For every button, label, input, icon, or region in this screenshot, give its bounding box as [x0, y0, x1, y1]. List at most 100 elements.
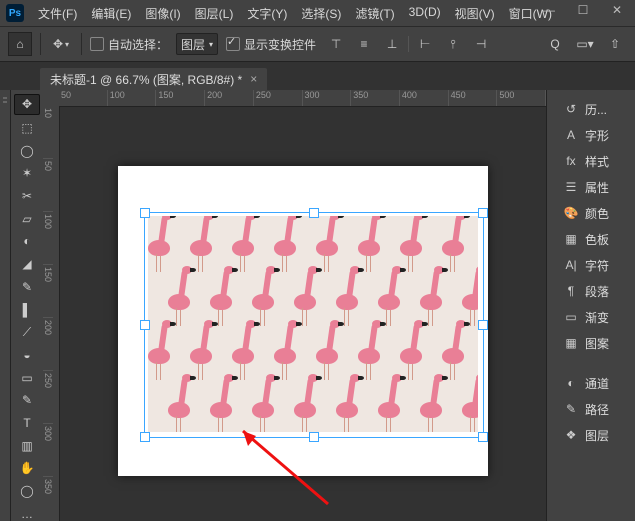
panel-label: 历... [585, 101, 607, 118]
auto-select-dropdown[interactable]: 图层▾ [176, 33, 218, 55]
path-select-tool[interactable]: ▥ [15, 436, 39, 455]
menu-file[interactable]: 文件(F) [32, 2, 83, 25]
align-vcenter-icon[interactable]: ≡ [352, 32, 376, 56]
panel-历...[interactable]: ↺历... [557, 98, 635, 120]
move-tool-icon[interactable]: ✥ ▾ [49, 32, 73, 56]
panel-路径[interactable]: ✎路径 [557, 398, 635, 420]
panel-icon: 🎨 [563, 206, 579, 220]
brush-tool[interactable]: ✎ [15, 278, 39, 297]
hand-tool[interactable]: ✋ [15, 459, 39, 478]
align-hcenter-icon[interactable]: ⫯ [441, 32, 465, 56]
handle-bot-left[interactable] [140, 432, 150, 442]
menu-view[interactable]: 视图(V) [449, 2, 501, 25]
options-bar: ⌂ ✥ ▾ 自动选择： 图层▾ 显示变换控件 ⊤ ≡ ⊥ ⊢ ⫯ ⊣ Q ▭▾ … [0, 26, 635, 62]
canvas-area: 50100150200250300350400450500 1050100150… [43, 90, 546, 521]
vertical-ruler[interactable]: 1050100150200250300350 [43, 106, 60, 521]
healing-tool[interactable]: ◢ [15, 255, 39, 274]
ruler-origin[interactable] [43, 90, 60, 107]
close-tab-icon[interactable]: × [250, 72, 257, 86]
left-gutter [0, 90, 11, 521]
align-bottom-icon[interactable]: ⊥ [380, 32, 404, 56]
minimize-button[interactable]: — [535, 0, 563, 20]
document-tab[interactable]: 未标题-1 @ 66.7% (图案, RGB/8#) * × [40, 68, 267, 90]
menu-image[interactable]: 图像(I) [139, 2, 186, 25]
align-left-icon[interactable]: ⊢ [413, 32, 437, 56]
handle-top-right[interactable] [478, 208, 488, 218]
panel-属性[interactable]: ☰属性 [557, 176, 635, 198]
panel-label: 字符 [585, 257, 609, 274]
transform-bounding-box[interactable] [144, 212, 484, 438]
handle-mid-left[interactable] [140, 320, 150, 330]
eraser-tool[interactable]: ◒ [15, 346, 39, 365]
share-icon[interactable]: ⇧ [603, 32, 627, 56]
align-top-icon[interactable]: ⊤ [324, 32, 348, 56]
move-tool[interactable]: ✥ [14, 94, 40, 115]
main-menu: 文件(F) 编辑(E) 图像(I) 图层(L) 文字(Y) 选择(S) 滤镜(T… [32, 2, 558, 25]
panel-icon: A| [563, 258, 579, 272]
handle-bot-right[interactable] [478, 432, 488, 442]
panel-字符[interactable]: A| 字符 [557, 254, 635, 276]
menu-3d[interactable]: 3D(D) [403, 2, 447, 25]
panel-icon: ◐ [563, 376, 579, 390]
app-logo: Ps [6, 4, 24, 22]
document-tabs: 未标题-1 @ 66.7% (图案, RGB/8#) * × [0, 62, 635, 90]
eyedropper-tool[interactable]: ◐ [15, 232, 39, 251]
panel-通道[interactable]: ◐ 通道 [557, 372, 635, 394]
annotation-arrow [218, 426, 338, 506]
right-gutter [546, 90, 557, 521]
panel-icon: ▦ [563, 336, 579, 350]
panel-字形[interactable]: A 字形 [557, 124, 635, 146]
menu-edit[interactable]: 编辑(E) [85, 2, 137, 25]
panel-dock: ↺历... A 字形 fx样式 ☰属性 🎨颜色 ▦ 色板 A| 字符 ¶段落 ▭渐变 ▦ 图案 ◐ 通道 ✎路径… [557, 90, 635, 521]
search-icon[interactable]: Q [543, 32, 567, 56]
home-icon[interactable]: ⌂ [8, 32, 32, 56]
panel-色板[interactable]: ▦ 色板 [557, 228, 635, 250]
stamp-tool[interactable]: ▌ [15, 300, 39, 319]
history-brush-tool[interactable]: ⟋ [15, 323, 39, 342]
document-tab-title: 未标题-1 @ 66.7% (图案, RGB/8#) * [50, 71, 242, 88]
show-transform-checkbox[interactable]: 显示变换控件 [226, 36, 316, 53]
panel-icon: ▦ [563, 232, 579, 246]
gradient-tool[interactable]: ▭ [15, 368, 39, 387]
menu-select[interactable]: 选择(S) [295, 2, 347, 25]
panel-图层[interactable]: ❖ 图层 [557, 424, 635, 446]
panel-icon: A [563, 128, 579, 142]
panel-icon: ❖ [563, 428, 579, 442]
lasso-tool[interactable]: ◯ [15, 141, 39, 160]
frame-tool[interactable]: ▱ [15, 209, 39, 228]
auto-select-checkbox[interactable]: 自动选择： [90, 36, 168, 53]
more-tools[interactable]: … [15, 504, 39, 521]
close-window-button[interactable]: ✕ [603, 0, 631, 20]
handle-top-left[interactable] [140, 208, 150, 218]
menu-type[interactable]: 文字(Y) [241, 2, 293, 25]
panel-渐变[interactable]: ▭渐变 [557, 306, 635, 328]
handle-top-mid[interactable] [309, 208, 319, 218]
panel-label: 字形 [585, 127, 609, 144]
magic-wand-tool[interactable]: ✶ [15, 164, 39, 183]
zoom-tool[interactable]: ◯ [15, 482, 39, 501]
panel-段落[interactable]: ¶段落 [557, 280, 635, 302]
panel-label: 色板 [585, 231, 609, 248]
artboard[interactable] [118, 166, 488, 476]
panel-label: 通道 [585, 375, 609, 392]
panel-label: 图层 [585, 427, 609, 444]
pen-tool[interactable]: ✎ [15, 391, 39, 410]
maximize-button[interactable]: ☐ [569, 0, 597, 20]
type-tool[interactable]: T [15, 414, 39, 433]
panel-label: 图案 [585, 335, 609, 352]
panel-图案[interactable]: ▦ 图案 [557, 332, 635, 354]
marquee-tool[interactable]: ⬚ [15, 119, 39, 138]
horizontal-ruler[interactable]: 50100150200250300350400450500 [59, 90, 546, 107]
panel-样式[interactable]: fx样式 [557, 150, 635, 172]
panel-label: 样式 [585, 153, 609, 170]
crop-tool[interactable]: ✂ [15, 187, 39, 206]
panel-颜色[interactable]: 🎨颜色 [557, 202, 635, 224]
workspace-icon[interactable]: ▭▾ [573, 32, 597, 56]
align-right-icon[interactable]: ⊣ [469, 32, 493, 56]
panel-icon: ✎ [563, 402, 579, 416]
panel-label: 渐变 [585, 309, 609, 326]
handle-mid-right[interactable] [478, 320, 488, 330]
menu-filter[interactable]: 滤镜(T) [349, 2, 400, 25]
panel-label: 段落 [585, 283, 609, 300]
menu-layer[interactable]: 图层(L) [189, 2, 240, 25]
